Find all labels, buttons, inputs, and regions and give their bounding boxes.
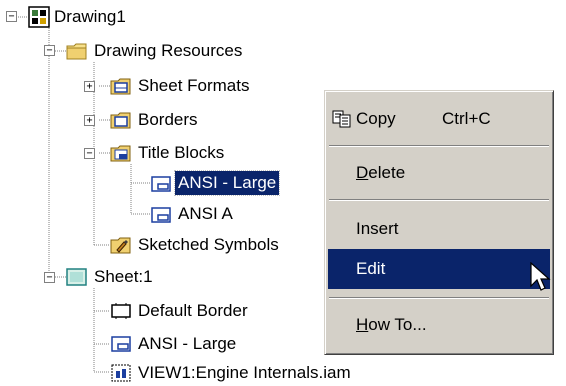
- collapse-toggle-sheet1[interactable]: −: [44, 272, 55, 283]
- tree-item-sheet1[interactable]: Sheet:1: [91, 265, 156, 289]
- menu-item-delete[interactable]: Delete: [328, 153, 550, 193]
- expand-toggle-borders[interactable]: +: [84, 115, 95, 126]
- tree-item-drawing-resources[interactable]: Drawing Resources: [91, 39, 245, 63]
- tree-item-ansi-large-selected[interactable]: ANSI - Large: [173, 170, 281, 196]
- menu-item-how-to[interactable]: How To...: [328, 305, 550, 345]
- sketched-symbols-folder-icon: [110, 237, 131, 254]
- collapse-toggle-drawing1[interactable]: −: [6, 11, 17, 22]
- menu-item-copy-label: Copy: [356, 109, 396, 128]
- sheet-icon: [66, 268, 87, 286]
- tree-item-title-blocks[interactable]: Title Blocks: [135, 141, 227, 165]
- title-block-icon: [151, 207, 171, 223]
- menu-separator: [329, 199, 549, 201]
- borders-folder-icon: [110, 112, 131, 129]
- title-blocks-folder-icon: [110, 145, 131, 162]
- menu-item-insert[interactable]: Insert: [328, 209, 550, 249]
- menu-item-how-to-label: How To...: [356, 315, 427, 334]
- title-block-icon: [111, 336, 131, 352]
- menu-item-insert-label: Insert: [356, 219, 399, 238]
- context-menu: Copy Ctrl+C Delete Insert Edit How To...: [324, 90, 554, 355]
- tree-item-drawing1[interactable]: Drawing1: [51, 5, 129, 29]
- menu-separator: [329, 145, 549, 147]
- view-icon: [111, 364, 131, 382]
- menu-item-edit-label: Edit: [356, 259, 386, 278]
- copy-icon: [332, 110, 351, 128]
- menu-separator: [329, 297, 549, 299]
- tree-item-borders[interactable]: Borders: [135, 108, 201, 132]
- title-block-icon: [151, 176, 171, 192]
- drawing-icon: [28, 6, 50, 28]
- tree-item-default-border[interactable]: Default Border: [135, 299, 251, 323]
- tree-item-sketched-symbols[interactable]: Sketched Symbols: [135, 233, 282, 257]
- menu-item-copy[interactable]: Copy Ctrl+C: [328, 99, 550, 139]
- border-icon: [111, 303, 131, 319]
- tree-item-ansi-a[interactable]: ANSI A: [175, 202, 236, 226]
- collapse-toggle-drawing-resources[interactable]: −: [44, 45, 55, 56]
- collapse-toggle-title-blocks[interactable]: −: [84, 148, 95, 159]
- tree-item-sheet-ansi-large[interactable]: ANSI - Large: [135, 332, 239, 356]
- folder-icon: [66, 43, 87, 60]
- expand-toggle-sheet-formats[interactable]: +: [84, 81, 95, 92]
- tree-item-sheet-formats[interactable]: Sheet Formats: [135, 74, 253, 98]
- sheet-format-folder-icon: [110, 78, 131, 95]
- mouse-cursor-icon: [530, 262, 551, 291]
- tree-item-view1[interactable]: VIEW1:Engine Internals.iam: [135, 361, 354, 385]
- menu-item-delete-label: Delete: [356, 163, 406, 182]
- menu-item-copy-shortcut: Ctrl+C: [442, 109, 491, 128]
- menu-item-edit[interactable]: Edit: [328, 249, 550, 289]
